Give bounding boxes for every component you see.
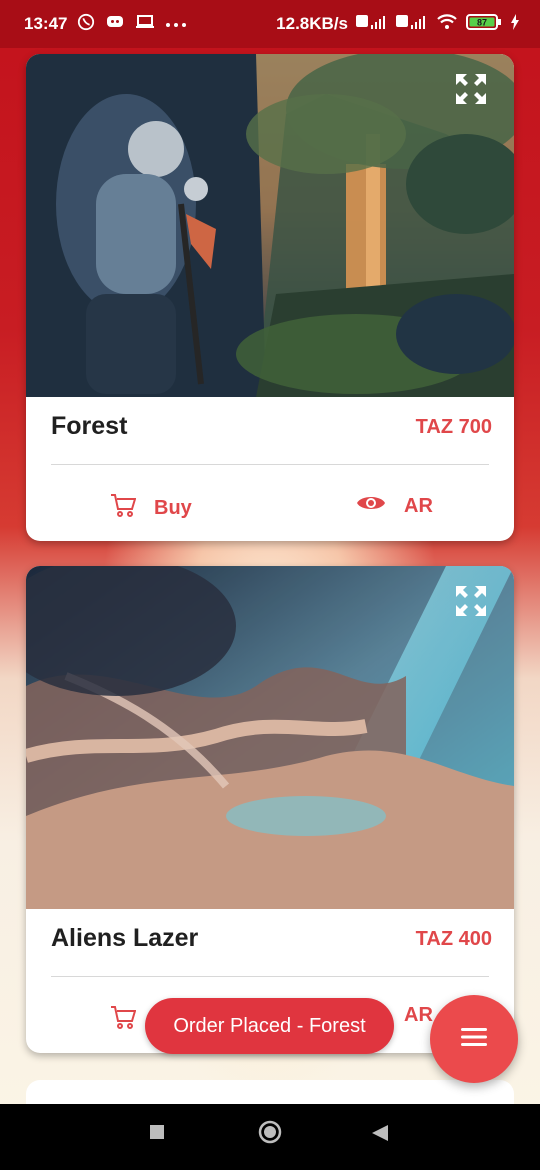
status-bar: 13:47 12.8KB/s 87 [0, 0, 540, 48]
cart-icon [110, 1004, 137, 1036]
order-toast: Order Placed - Forest [145, 998, 394, 1054]
system-nav-bar [0, 1104, 540, 1170]
back-icon[interactable] [371, 1124, 389, 1147]
buy-button[interactable]: Buy [110, 492, 192, 524]
card-title: Forest [51, 412, 128, 440]
ar-label: AR [404, 494, 433, 517]
product-card-forest[interactable]: Forest TAZ 700 Buy AR [26, 54, 514, 541]
charging-icon [510, 13, 520, 36]
home-icon[interactable] [257, 1119, 283, 1150]
card-title: Aliens Lazer [51, 924, 199, 952]
battery-level: 87 [477, 17, 487, 27]
product-card-aliens-lazer[interactable]: Aliens Lazer TAZ 400 AR [26, 566, 514, 1053]
battery-icon: 87 [466, 13, 502, 36]
artwork-image-forest[interactable] [26, 54, 514, 397]
ar-label: AR [404, 1004, 433, 1026]
eye-icon [356, 492, 386, 520]
expand-arrows-icon[interactable] [454, 72, 488, 106]
menu-fab-button[interactable] [430, 995, 518, 1083]
menu-icon [460, 1026, 488, 1053]
card-divider [51, 464, 489, 465]
more-dots-icon [165, 14, 187, 34]
cart-icon [110, 492, 137, 524]
buy-label: Buy [154, 496, 192, 519]
wifi-icon [436, 13, 458, 36]
card-divider [51, 976, 489, 977]
expand-arrows-icon[interactable] [454, 584, 488, 618]
recent-apps-icon[interactable] [149, 1124, 165, 1145]
volte-signal-icon [356, 13, 388, 36]
discord-icon [105, 14, 125, 35]
card-price: TAZ 400 [415, 928, 492, 950]
monitor-icon [135, 14, 155, 35]
status-time: 13:47 [24, 14, 68, 33]
whatsapp-icon [77, 13, 95, 36]
volte-signal-2-icon [396, 13, 428, 36]
ar-button[interactable]: AR [404, 1004, 433, 1027]
artwork-image-aliens-lazer[interactable] [26, 566, 514, 909]
net-speed: 12.8KB/s [276, 14, 348, 33]
card-price: TAZ 700 [415, 416, 492, 438]
ar-button[interactable]: AR [356, 492, 433, 520]
